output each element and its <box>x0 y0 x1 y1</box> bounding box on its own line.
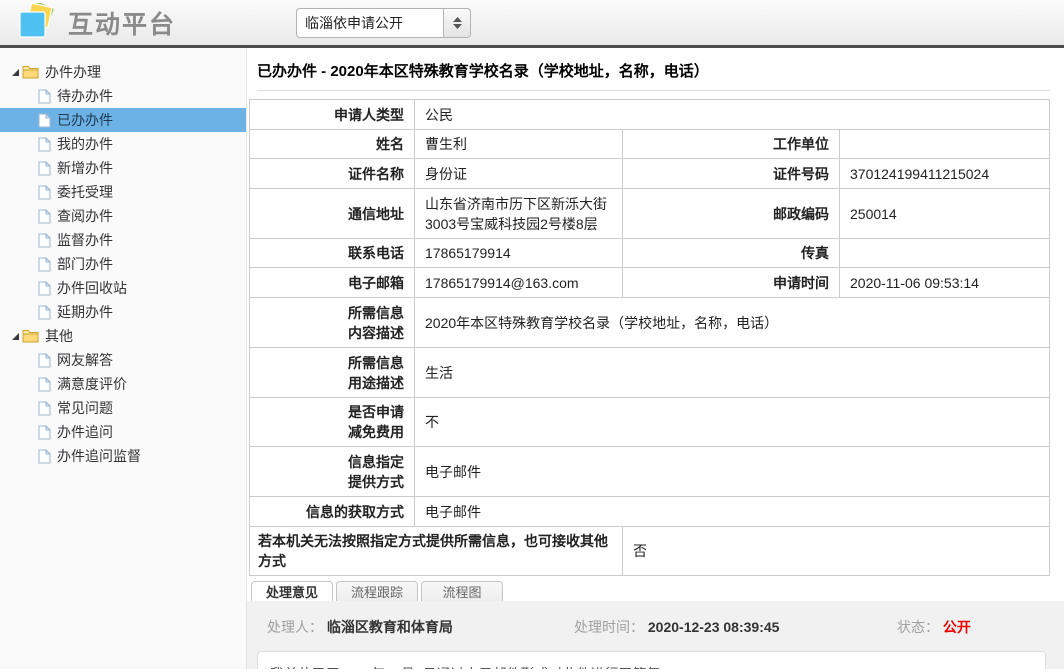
field-value-work-unit <box>840 130 1050 159</box>
field-label-postcode: 邮政编码 <box>623 189 840 239</box>
folder-icon <box>22 65 39 79</box>
category-combobox: 临淄依申请公开 <box>296 8 471 38</box>
document-icon <box>38 89 51 104</box>
sidebar-item-pending-cases[interactable]: 待办办件 <box>0 84 246 108</box>
field-value-phone: 17865179914 <box>415 239 623 268</box>
field-value-content-desc: 2020年本区特殊教育学校名录（学校地址，名称，电话） <box>415 298 1050 348</box>
tab-flow-chart[interactable]: 流程图 <box>421 581 503 601</box>
field-value-fax <box>840 239 1050 268</box>
document-icon <box>38 161 51 176</box>
document-icon <box>38 401 51 416</box>
sidebar-item-new-case[interactable]: 新增办件 <box>0 156 246 180</box>
field-label-cert-name: 证件名称 <box>250 159 415 189</box>
handling-meta-row: 处理人： 临淄区教育和体育局 处理时间： 2020-12-23 08:39:45… <box>247 601 1064 637</box>
field-value-postcode: 250014 <box>840 189 1050 239</box>
combobox-toggle-button[interactable] <box>444 8 471 38</box>
sidebar-item-faq[interactable]: 常见问题 <box>0 396 246 420</box>
caret-expanded-icon[interactable] <box>8 333 22 340</box>
caret-expanded-icon[interactable] <box>8 69 22 76</box>
up-down-arrows-icon <box>453 17 462 29</box>
sidebar-tree: 办件办理 待办办件 已办办件 我的办件 新增办件 委托受理 查阅办件 监督办 <box>0 48 247 669</box>
sidebar-item-followup-supervision[interactable]: 办件追问监督 <box>0 444 246 468</box>
document-icon <box>38 113 51 128</box>
field-label-provide-method: 信息指定 提供方式 <box>250 447 415 497</box>
field-value-other-method: 否 <box>623 527 1050 576</box>
field-value-provide-method: 电子邮件 <box>415 447 1050 497</box>
field-label-content-desc: 所需信息 内容描述 <box>250 298 415 348</box>
sidebar-item-entrusted-acceptance[interactable]: 委托受理 <box>0 180 246 204</box>
field-label-usage-desc: 所需信息 用途描述 <box>250 348 415 398</box>
field-value-cert-no: 370124199411215024 <box>840 159 1050 189</box>
category-combobox-value[interactable]: 临淄依申请公开 <box>296 8 444 38</box>
sidebar-item-supervise-cases[interactable]: 监督办件 <box>0 228 246 252</box>
document-icon <box>38 377 51 392</box>
handling-time-value: 2020-12-23 08:39:45 <box>648 619 780 635</box>
status-badge: 公开 <box>943 619 971 635</box>
tab-process-tracking[interactable]: 流程跟踪 <box>336 581 418 601</box>
field-label-email: 电子邮箱 <box>250 268 415 298</box>
sidebar-item-case-followup[interactable]: 办件追问 <box>0 420 246 444</box>
app-title: 互动平台 <box>68 5 176 41</box>
field-value-fee-waiver: 不 <box>415 398 1050 447</box>
field-value-apply-time: 2020-11-06 09:53:14 <box>840 268 1050 298</box>
sidebar-item-review-cases[interactable]: 查阅办件 <box>0 204 246 228</box>
document-icon <box>38 281 51 296</box>
sidebar-group-others[interactable]: 其他 <box>0 324 246 348</box>
field-value-cert-name: 身份证 <box>415 159 623 189</box>
field-value-obtain-method: 电子邮件 <box>415 497 1050 527</box>
folder-icon <box>22 329 39 343</box>
field-label-name: 姓名 <box>250 130 415 159</box>
sidebar-item-delayed-cases[interactable]: 延期办件 <box>0 300 246 324</box>
sidebar-item-department-cases[interactable]: 部门办件 <box>0 252 246 276</box>
document-icon <box>38 209 51 224</box>
document-icon <box>38 353 51 368</box>
sidebar-item-completed-cases[interactable]: 已办办件 <box>0 108 246 132</box>
field-value-applicant-type: 公民 <box>415 100 1050 130</box>
tab-handling-opinion[interactable]: 处理意见 <box>251 581 333 601</box>
field-label-apply-time: 申请时间 <box>623 268 840 298</box>
field-label-fee-waiver: 是否申请 减免费用 <box>250 398 415 447</box>
app-logo-icon <box>16 3 58 43</box>
handling-opinion-panel: 处理人： 临淄区教育和体育局 处理时间： 2020-12-23 08:39:45… <box>247 601 1064 669</box>
result-tabs: 处理意见 流程跟踪 流程图 <box>251 581 1064 601</box>
document-icon <box>38 449 51 464</box>
sidebar-item-netizen-answers[interactable]: 网友解答 <box>0 348 246 372</box>
field-value-name: 曹生利 <box>415 130 623 159</box>
reply-text-box: 我单位已于2020年12月1日通过电子邮件形式对此件进行了答复。 <box>257 651 1046 669</box>
page-title: 已办办件 - 2020年本区特殊教育学校名录（学校地址，名称，电话） <box>257 60 1050 91</box>
sidebar-item-my-cases[interactable]: 我的办件 <box>0 132 246 156</box>
handler-label: 处理人： <box>267 619 323 635</box>
field-label-applicant-type: 申请人类型 <box>250 100 415 130</box>
field-value-address: 山东省济南市历下区新泺大街3003号宝威科技园2号楼8层 <box>415 189 623 239</box>
field-value-email: 17865179914@163.com <box>415 268 623 298</box>
field-label-phone: 联系电话 <box>250 239 415 268</box>
field-label-obtain-method: 信息的获取方式 <box>250 497 415 527</box>
document-icon <box>38 257 51 272</box>
document-icon <box>38 185 51 200</box>
sidebar-item-satisfaction-rating[interactable]: 满意度评价 <box>0 372 246 396</box>
field-label-cert-no: 证件号码 <box>623 159 840 189</box>
document-icon <box>38 425 51 440</box>
app-header: 互动平台 临淄依申请公开 <box>0 0 1064 48</box>
field-value-usage-desc: 生活 <box>415 348 1050 398</box>
field-label-fax: 传真 <box>623 239 840 268</box>
main-content: 已办办件 - 2020年本区特殊教育学校名录（学校地址，名称，电话） 申请人类型… <box>247 48 1064 669</box>
field-label-other-method: 若本机关无法按照指定方式提供所需信息，也可接收其他方式 <box>250 527 623 576</box>
document-icon <box>38 137 51 152</box>
handling-time-label: 处理时间： <box>574 619 644 635</box>
document-icon <box>38 233 51 248</box>
document-icon <box>38 305 51 320</box>
status-label: 状态： <box>897 619 939 635</box>
field-label-work-unit: 工作单位 <box>623 130 840 159</box>
sidebar-group-case-handling[interactable]: 办件办理 <box>0 60 246 84</box>
handler-value: 临淄区教育和体育局 <box>327 619 453 635</box>
field-label-address: 通信地址 <box>250 189 415 239</box>
sidebar-item-recycle-bin[interactable]: 办件回收站 <box>0 276 246 300</box>
application-detail-table: 申请人类型 公民 姓名 曹生利 工作单位 证件名称 身份证 证件号码 37012… <box>249 99 1050 576</box>
